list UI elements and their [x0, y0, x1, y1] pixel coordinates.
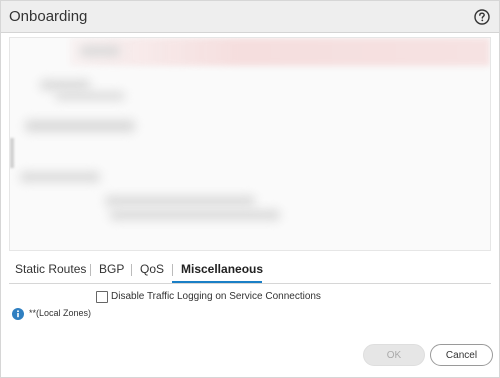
disable-logging-checkbox[interactable] [96, 291, 108, 303]
tab-separator [90, 264, 91, 276]
tab-bar: Static Routes BGP QoS Miscellaneous [9, 258, 491, 284]
blurred-region [25, 120, 135, 132]
tab-separator [172, 264, 173, 276]
blurred-header-band [70, 38, 490, 66]
tab-qos[interactable]: QoS [140, 262, 164, 276]
active-tab-indicator [172, 281, 262, 283]
blurred-edge [10, 138, 14, 168]
blurred-region [80, 46, 120, 56]
info-text: **(Local Zones) [29, 308, 92, 318]
blurred-region [55, 92, 125, 100]
disable-logging-label[interactable]: Disable Traffic Logging on Service Conne… [111, 291, 321, 302]
tab-miscellaneous[interactable]: Miscellaneous [181, 262, 263, 276]
blurred-region [20, 172, 100, 182]
tab-bgp[interactable]: BGP [99, 262, 124, 276]
dialog-title: Onboarding [9, 8, 88, 25]
cancel-button[interactable]: Cancel [430, 344, 493, 366]
blurred-content-panel [9, 37, 491, 251]
tab-static-routes[interactable]: Static Routes [15, 262, 86, 276]
question-circle-icon[interactable] [474, 9, 490, 25]
blurred-region [40, 80, 90, 90]
blurred-region [105, 196, 255, 206]
info-icon [12, 308, 24, 320]
ok-button[interactable]: OK [363, 344, 425, 366]
blurred-region [110, 210, 280, 220]
tab-separator [131, 264, 132, 276]
dialog-header: Onboarding [1, 1, 499, 33]
onboarding-dialog: Onboarding Static Routes BGP QoS Miscell… [0, 0, 500, 378]
